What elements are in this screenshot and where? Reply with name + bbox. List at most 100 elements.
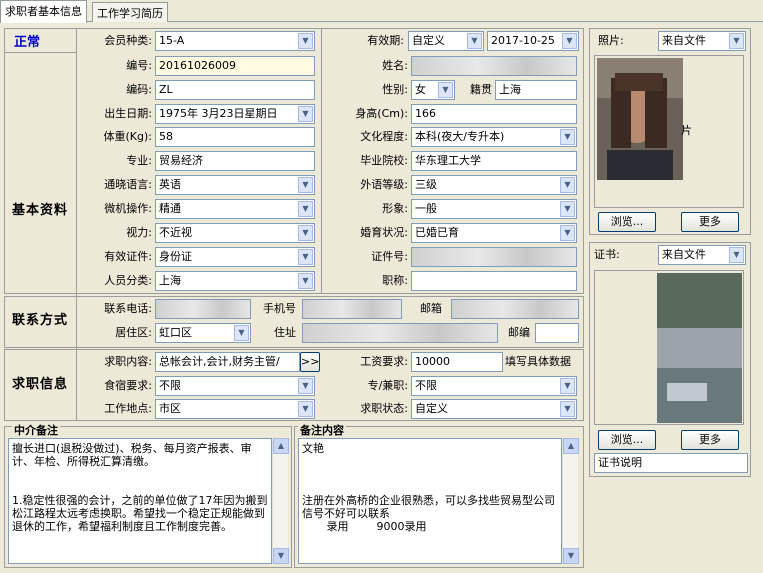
- chevron-down-icon: ▼: [298, 273, 313, 289]
- vision-select[interactable]: 不近视 ▼: [155, 223, 315, 243]
- chevron-down-icon: ▼: [560, 401, 575, 417]
- photo-source-select[interactable]: 来自文件 ▼: [658, 31, 746, 51]
- agency-memo-text[interactable]: 擅长进口(退税没做过)、税务、每月资产报表、审计、年检、所得税汇算清缴。 1.稳…: [8, 438, 272, 564]
- foreign-level-select[interactable]: 三级 ▼: [411, 175, 577, 195]
- person-type-label: 人员分类:: [104, 274, 152, 287]
- title-field[interactable]: [411, 271, 577, 291]
- cert-desc-field[interactable]: 证书说明: [594, 453, 748, 473]
- major-label: 专业:: [126, 154, 152, 167]
- height-field[interactable]: 166: [411, 104, 577, 124]
- photo-browse-button[interactable]: 浏览...: [598, 212, 656, 232]
- chevron-down-icon: ▼: [467, 33, 482, 49]
- status-label: 正常: [14, 35, 41, 50]
- number-label: 编号:: [126, 59, 152, 72]
- chevron-down-icon: ▼: [298, 201, 313, 217]
- address-field[interactable]: [302, 323, 498, 343]
- marriage-select[interactable]: 已婚已育 ▼: [411, 223, 577, 243]
- person-type-select[interactable]: 上海 ▼: [155, 271, 315, 291]
- job-status-select[interactable]: 自定义 ▼: [411, 399, 577, 419]
- cert-source-select[interactable]: 来自文件 ▼: [658, 245, 746, 265]
- email-label: 邮箱: [420, 302, 442, 315]
- weight-field[interactable]: 58: [155, 127, 315, 147]
- valid-mode-select[interactable]: 自定义 ▼: [408, 31, 484, 51]
- school-label: 毕业院校:: [360, 154, 408, 167]
- member-type-select[interactable]: 15-A ▼: [155, 31, 315, 51]
- board-select[interactable]: 不限 ▼: [155, 376, 315, 396]
- chevron-down-icon: ▼: [298, 177, 313, 193]
- group-basic: 基本资料: [12, 203, 69, 218]
- mobile-field[interactable]: [302, 299, 402, 319]
- full-part-label: 专/兼职:: [367, 379, 408, 392]
- remark-memo-scrollbar[interactable]: ▲ ▼: [562, 438, 579, 564]
- zip-field[interactable]: [535, 323, 579, 343]
- computer-select[interactable]: 精通 ▼: [155, 199, 315, 219]
- remark-memo-title: 备注内容: [298, 422, 346, 438]
- group-job: 求职信息: [12, 377, 69, 392]
- cert-more-button[interactable]: 更多: [681, 430, 739, 450]
- chevron-down-icon: ▼: [560, 177, 575, 193]
- code-field[interactable]: ZL: [155, 80, 315, 100]
- cert-browse-button[interactable]: 浏览...: [598, 430, 656, 450]
- salary-label: 工资要求:: [360, 355, 408, 368]
- chevron-down-icon: ▼: [298, 225, 313, 241]
- school-field[interactable]: 华东理工大学: [411, 151, 577, 171]
- chevron-down-icon: ▼: [729, 33, 744, 49]
- chevron-down-icon: ▼: [298, 106, 313, 122]
- chevron-down-icon: ▼: [298, 33, 313, 49]
- cert-frame[interactable]: [594, 270, 744, 425]
- salary-hint: 填写具体数据: [505, 355, 571, 368]
- weight-label: 体重(Kg):: [103, 130, 153, 143]
- native-label: 籍贯: [470, 83, 492, 96]
- computer-label: 微机操作:: [104, 202, 152, 215]
- chevron-down-icon: ▼: [562, 33, 577, 49]
- address-label: 住址: [274, 326, 296, 339]
- agency-memo-scrollbar[interactable]: ▲ ▼: [272, 438, 289, 564]
- email-field[interactable]: [451, 299, 579, 319]
- name-label: 姓名:: [382, 59, 408, 72]
- work-place-label: 工作地点:: [104, 402, 152, 415]
- id-doc-select[interactable]: 身份证 ▼: [155, 247, 315, 267]
- language-select[interactable]: 英语 ▼: [155, 175, 315, 195]
- salary-field[interactable]: 10000: [411, 352, 503, 372]
- photo-frame[interactable]: 片: [594, 55, 744, 208]
- chevron-down-icon: ▼: [438, 82, 453, 98]
- major-field[interactable]: 贸易经济: [155, 151, 315, 171]
- chevron-down-icon: ▼: [298, 401, 313, 417]
- gender-select[interactable]: 女 ▼: [411, 80, 455, 100]
- chevron-down-icon: ▼: [729, 247, 744, 263]
- photo-more-button[interactable]: 更多: [681, 212, 739, 232]
- photo-caption: 片: [681, 124, 692, 137]
- chevron-down-icon: ▼: [234, 325, 249, 341]
- scroll-up-icon[interactable]: ▲: [273, 438, 289, 454]
- work-place-select[interactable]: 市区 ▼: [155, 399, 315, 419]
- full-part-select[interactable]: 不限 ▼: [411, 376, 577, 396]
- district-select[interactable]: 虹口区 ▼: [155, 323, 251, 343]
- scroll-down-icon[interactable]: ▼: [563, 548, 579, 564]
- job-content-more-button[interactable]: >>: [300, 352, 320, 372]
- tab-basic-info[interactable]: 求职者基本信息: [0, 0, 87, 23]
- scroll-up-icon[interactable]: ▲: [563, 438, 579, 454]
- image-label: 形象:: [382, 202, 408, 215]
- photo-label: 照片:: [598, 34, 624, 47]
- number-field[interactable]: 20161026009: [155, 56, 315, 76]
- member-type-label: 会员种类:: [104, 34, 152, 47]
- job-content-field[interactable]: 总帐会计,会计,财务主管/: [155, 352, 300, 372]
- scroll-down-icon[interactable]: ▼: [273, 548, 289, 564]
- birth-date-picker[interactable]: 1975年 3月23日星期日 ▼: [155, 104, 315, 124]
- person-photo-image: [597, 58, 683, 180]
- tab-work-history[interactable]: 工作学习简历: [92, 2, 168, 22]
- image-select[interactable]: 一般 ▼: [411, 199, 577, 219]
- remark-memo-text[interactable]: 文艳 注册在外高桥的企业很熟悉，可以多找些贸易型公司 信号不好可以联系 录用 9…: [298, 438, 562, 564]
- name-field[interactable]: [411, 56, 577, 76]
- cert-label: 证书:: [594, 248, 620, 261]
- district-label: 居住区:: [115, 326, 152, 339]
- id-no-field[interactable]: [411, 247, 577, 267]
- valid-date-picker[interactable]: 2017-10-25 ▼: [487, 31, 579, 51]
- native-field[interactable]: 上海: [495, 80, 577, 100]
- phone-field[interactable]: [155, 299, 251, 319]
- birth-label: 出生日期:: [104, 107, 152, 120]
- marriage-label: 婚育状况:: [360, 226, 408, 239]
- tab-bar: 求职者基本信息 工作学习简历: [0, 0, 763, 23]
- job-content-label: 求职内容:: [104, 355, 152, 368]
- education-select[interactable]: 本科(夜大/专升本) ▼: [411, 127, 577, 147]
